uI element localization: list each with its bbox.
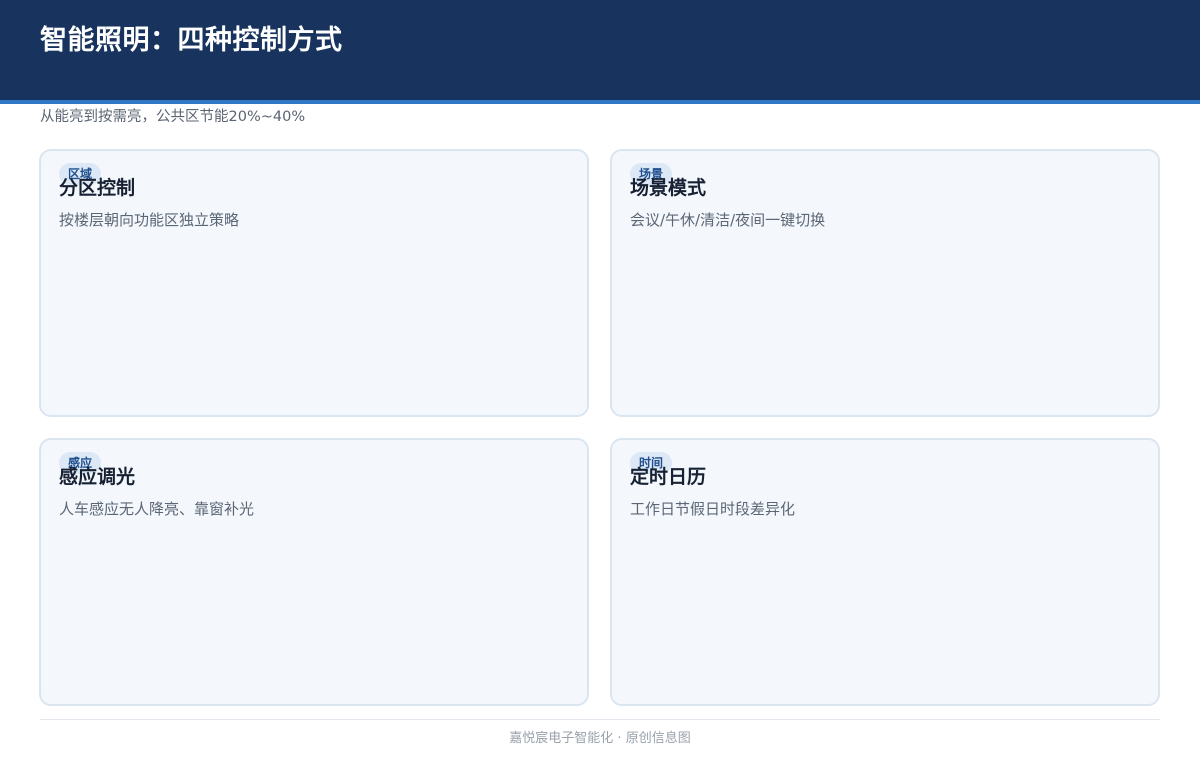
card-sensor-dimming: 感应 感应调光 人车感应无人降亮、靠窗补光 (39, 438, 589, 706)
page-subtitle: 从能亮到按需亮，公共区节能20%~40% (40, 109, 306, 125)
card-zone-control: 区域 分区控制 按楼层朝向功能区独立策略 (39, 149, 589, 417)
card-title: 分区控制 (59, 177, 136, 199)
page-title: 智能照明：四种控制方式 (40, 25, 343, 56)
footer-credit: 嘉悦宸电子智能化 · 原创信息图 (509, 731, 691, 746)
card-scene-mode: 场景 场景模式 会议/午休/清洁/夜间一键切换 (610, 149, 1160, 417)
card-title: 定时日历 (630, 466, 707, 488)
card-description: 会议/午休/清洁/夜间一键切换 (630, 211, 826, 229)
footer-divider (40, 719, 1160, 720)
card-title: 场景模式 (630, 177, 707, 199)
card-description: 人车感应无人降亮、靠窗补光 (59, 500, 255, 518)
card-description: 按楼层朝向功能区独立策略 (59, 211, 240, 229)
card-title: 感应调光 (59, 466, 136, 488)
header-bar: 智能照明：四种控制方式 (0, 0, 1200, 104)
card-description: 工作日节假日时段差异化 (630, 500, 796, 518)
card-timer-calendar: 时间 定时日历 工作日节假日时段差异化 (610, 438, 1160, 706)
